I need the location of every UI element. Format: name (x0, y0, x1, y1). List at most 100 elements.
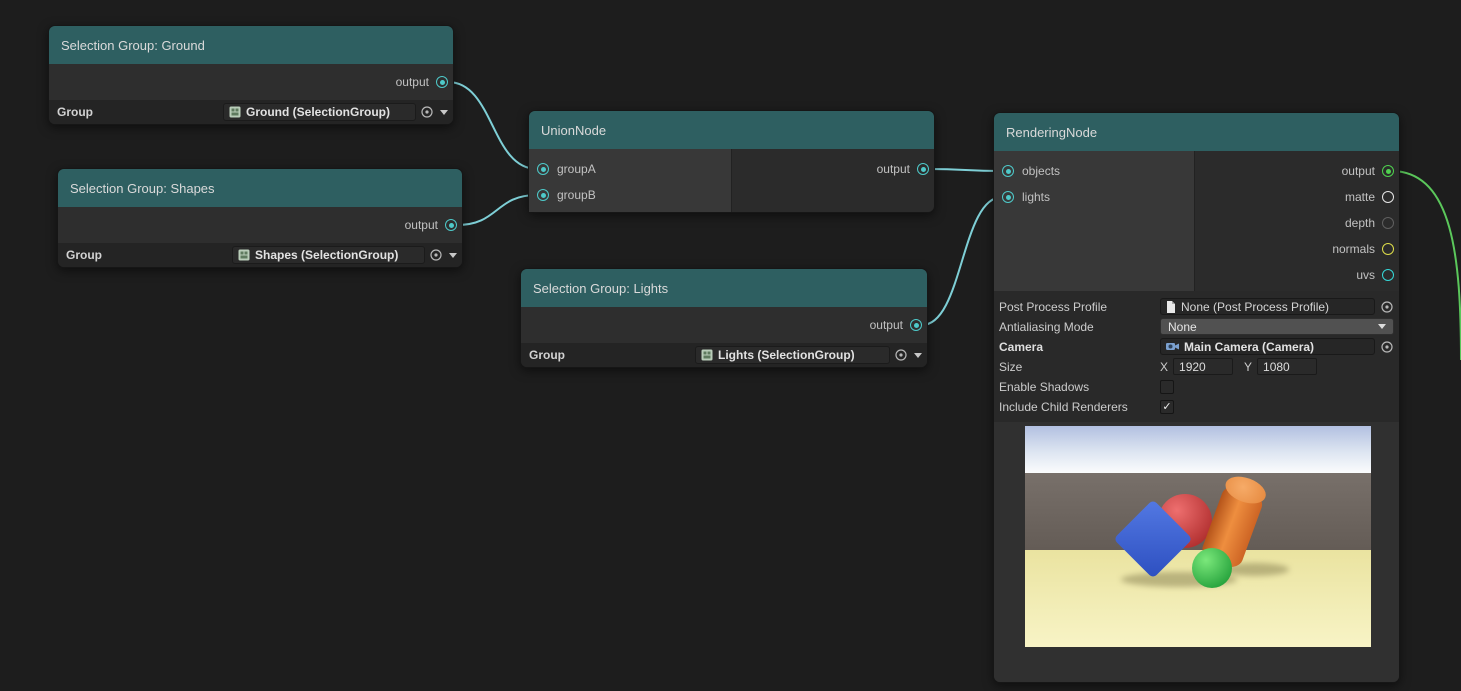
edge-lights-to-rendering-lights[interactable] (921, 196, 1003, 326)
dropdown-caret-icon[interactable] (914, 352, 922, 358)
object-picker-icon[interactable] (1380, 340, 1394, 354)
output-port-normals[interactable] (1382, 243, 1394, 255)
group-property-row: Group Shapes (SelectionGroup) (58, 243, 462, 267)
selection-group-icon (238, 249, 250, 261)
port-row-depth: depth (1195, 210, 1399, 236)
antialiasing-mode-value: None (1168, 319, 1197, 334)
node-title[interactable]: Selection Group: Ground (49, 26, 453, 64)
preview-sky (1025, 426, 1371, 473)
profile-file-icon (1166, 300, 1176, 313)
output-port-label: output (404, 218, 438, 232)
antialiasing-mode-row: Antialiasing Mode None (999, 317, 1394, 336)
output-port-label: output (876, 162, 910, 176)
include-child-renderers-row: Include Child Renderers (999, 397, 1394, 416)
port-row-groupB: groupB (529, 182, 731, 208)
size-y-input[interactable] (1257, 358, 1318, 375)
size-label: Size (999, 359, 1023, 374)
group-property-row: Group Lights (SelectionGroup) (521, 343, 927, 367)
selection-group-icon (229, 106, 241, 118)
output-port-container: output matte depth normals uvs (1195, 151, 1399, 291)
antialiasing-mode-dropdown[interactable]: None (1160, 318, 1394, 335)
object-picker-icon[interactable] (429, 248, 443, 262)
output-port-output[interactable] (1382, 165, 1394, 177)
node-title[interactable]: UnionNode (529, 111, 934, 149)
size-y-label: Y (1244, 359, 1253, 374)
output-port-matte[interactable] (1382, 191, 1394, 203)
group-value: Lights (SelectionGroup) (718, 348, 855, 362)
output-port[interactable] (917, 163, 929, 175)
port-row-matte: matte (1195, 184, 1399, 210)
group-label: Group (57, 105, 93, 119)
node-title[interactable]: Selection Group: Lights (521, 269, 927, 307)
include-child-renderers-checkbox[interactable] (1160, 399, 1174, 414)
port-row-objects: objects (994, 158, 1194, 184)
camera-object-field[interactable]: Main Camera (Camera) (1160, 338, 1375, 355)
output-port-container: output (732, 149, 934, 212)
output-port[interactable] (436, 76, 448, 88)
node-selection-group-lights[interactable]: Selection Group: Lights output Group Lig… (520, 268, 928, 368)
object-picker-icon[interactable] (894, 348, 908, 362)
input-port-container: groupA groupB (529, 149, 732, 212)
size-x-label: X (1160, 359, 1169, 374)
dropdown-caret-icon (1378, 324, 1386, 329)
node-renderingnode[interactable]: RenderingNode objects lights output matt… (993, 112, 1400, 683)
size-x-input[interactable] (1173, 358, 1234, 375)
input-port-lights[interactable] (1002, 191, 1014, 203)
output-port-label: normals (1332, 242, 1375, 256)
post-process-profile-label: Post Process Profile (999, 299, 1108, 314)
node-properties: Post Process Profile None (Post Process … (994, 291, 1399, 422)
camera-preview-image (1025, 426, 1371, 647)
output-port-label: output (395, 75, 429, 89)
post-process-profile-value: None (Post Process Profile) (1181, 299, 1330, 314)
preview-green-sphere (1192, 548, 1232, 588)
edge-rendering-output[interactable] (1393, 170, 1461, 361)
enable-shadows-row: Enable Shadows (999, 377, 1394, 396)
group-object-field[interactable]: Shapes (SelectionGroup) (232, 246, 425, 264)
edge-shapes-to-union-groupB[interactable] (456, 194, 538, 226)
output-port-row: output (58, 207, 462, 243)
input-port-container: objects lights (994, 151, 1195, 291)
enable-shadows-label: Enable Shadows (999, 379, 1090, 394)
group-label: Group (66, 248, 102, 262)
node-unionnode[interactable]: UnionNode groupA groupB output (528, 110, 935, 213)
group-value: Shapes (SelectionGroup) (255, 248, 399, 262)
port-row-groupA: groupA (529, 156, 731, 182)
camera-icon (1166, 341, 1179, 352)
input-port-label: objects (1022, 164, 1061, 178)
node-title[interactable]: RenderingNode (994, 113, 1399, 151)
output-port[interactable] (445, 219, 457, 231)
group-object-field[interactable]: Lights (SelectionGroup) (695, 346, 890, 364)
port-row-output: output (732, 156, 934, 182)
node-selection-group-shapes[interactable]: Selection Group: Shapes output Group Sha… (57, 168, 463, 268)
output-port[interactable] (910, 319, 922, 331)
input-port-groupA[interactable] (537, 163, 549, 175)
include-child-renderers-label: Include Child Renderers (999, 399, 1128, 414)
dropdown-caret-icon[interactable] (440, 109, 448, 115)
edge-union-to-rendering-objects[interactable] (928, 168, 1003, 172)
node-selection-group-ground[interactable]: Selection Group: Ground output Group Gro… (48, 25, 454, 125)
output-port-uvs[interactable] (1382, 269, 1394, 281)
output-port-depth[interactable] (1382, 217, 1394, 229)
camera-row: Camera Main Camera (Camera) (999, 337, 1394, 356)
camera-preview-panel (994, 422, 1399, 682)
input-port-label: groupB (557, 188, 596, 202)
input-port-groupB[interactable] (537, 189, 549, 201)
edge-ground-to-union-groupA[interactable] (447, 81, 538, 170)
node-title[interactable]: Selection Group: Shapes (58, 169, 462, 207)
group-object-field[interactable]: Ground (SelectionGroup) (223, 103, 416, 121)
dropdown-caret-icon[interactable] (449, 252, 457, 258)
output-port-label: matte (1344, 190, 1375, 204)
object-picker-icon[interactable] (1380, 300, 1394, 314)
post-process-profile-field[interactable]: None (Post Process Profile) (1160, 298, 1375, 315)
graph-canvas[interactable]: Selection Group: Ground output Group Gro… (0, 0, 1461, 691)
selection-group-icon (701, 349, 713, 361)
size-row: Size X Y (999, 357, 1394, 376)
object-picker-icon[interactable] (420, 105, 434, 119)
post-process-profile-row: Post Process Profile None (Post Process … (999, 297, 1394, 316)
input-port-objects[interactable] (1002, 165, 1014, 177)
output-port-label: output (869, 318, 903, 332)
camera-label: Camera (999, 339, 1044, 354)
group-property-row: Group Ground (SelectionGroup) (49, 100, 453, 124)
enable-shadows-checkbox[interactable] (1160, 379, 1174, 394)
output-port-label: depth (1344, 216, 1375, 230)
